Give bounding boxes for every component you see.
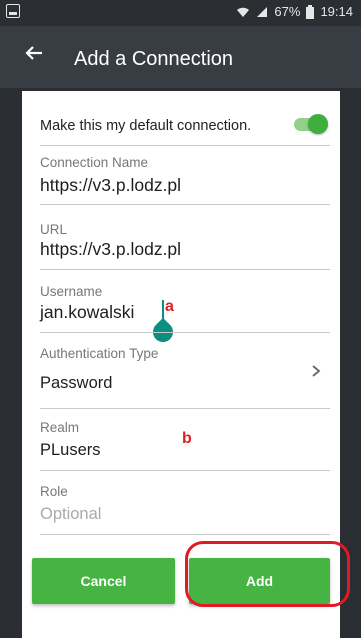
default-connection-toggle[interactable] xyxy=(294,114,328,134)
gallery-icon xyxy=(6,4,20,21)
realm-label: Realm xyxy=(40,420,80,435)
wifi-icon xyxy=(237,7,250,17)
default-connection-row[interactable]: Make this my default connection. xyxy=(40,91,330,145)
annotation-a: a xyxy=(165,298,174,315)
username-field[interactable]: jan.kowalski xyxy=(40,302,134,323)
divider xyxy=(40,145,330,146)
default-connection-label: Make this my default connection. xyxy=(40,118,252,134)
auth-type-select[interactable]: Password xyxy=(40,374,112,393)
divider xyxy=(40,332,330,333)
clock: 19:14 xyxy=(320,4,353,19)
connection-name-label: Connection Name xyxy=(40,155,149,170)
username-label: Username xyxy=(40,284,103,299)
highlight-ring xyxy=(185,541,350,607)
connection-name-field[interactable]: https://v3.p.lodz.pl xyxy=(40,175,181,196)
battery-percent: 67% xyxy=(274,4,301,19)
role-label: Role xyxy=(40,484,68,499)
chevron-right-icon[interactable] xyxy=(310,364,322,378)
realm-field[interactable]: PLusers xyxy=(40,441,101,460)
signal-icon xyxy=(257,6,268,17)
auth-type-label: Authentication Type xyxy=(40,346,159,361)
cancel-button[interactable]: Cancel xyxy=(32,558,175,604)
role-field[interactable]: Optional xyxy=(40,505,101,524)
page-title: Add a Connection xyxy=(74,48,234,70)
divider xyxy=(40,204,330,205)
status-bar: 67% 19:14 xyxy=(0,0,361,26)
divider xyxy=(40,534,330,535)
url-field[interactable]: https://v3.p.lodz.pl xyxy=(40,239,181,260)
url-label: URL xyxy=(40,222,68,237)
battery-icon xyxy=(306,4,315,19)
divider xyxy=(40,408,330,409)
divider xyxy=(40,470,330,471)
app-bar: Add a Connection xyxy=(0,26,361,88)
back-arrow-icon[interactable] xyxy=(22,41,46,65)
divider xyxy=(40,269,330,270)
annotation-b: b xyxy=(182,430,192,447)
status-indicators: 67% 19:14 xyxy=(236,4,353,19)
